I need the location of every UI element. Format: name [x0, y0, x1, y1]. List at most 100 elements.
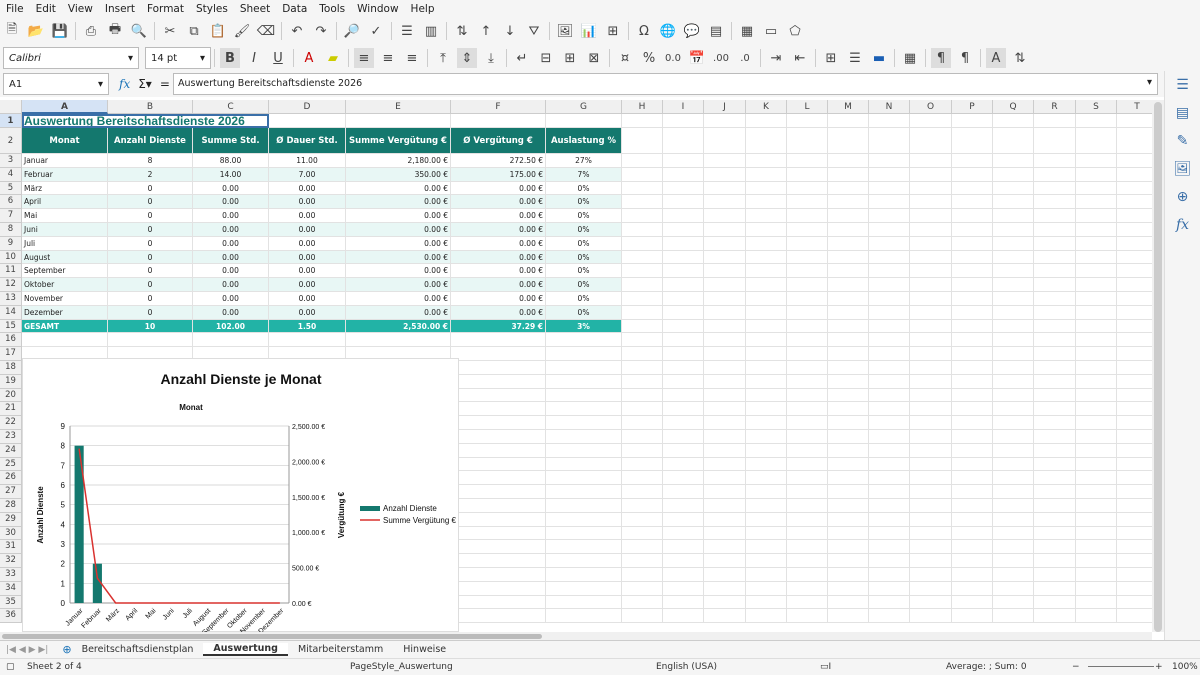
cell[interactable] [828, 499, 869, 513]
cell[interactable] [869, 305, 910, 320]
cell[interactable] [1034, 361, 1076, 375]
function-wizard-icon[interactable]: fx [119, 77, 130, 91]
cell[interactable] [1117, 416, 1152, 430]
table-cell[interactable]: 0.00 [193, 278, 269, 292]
cell[interactable] [451, 361, 546, 375]
table-cell[interactable]: 0.00 [193, 305, 269, 320]
cell[interactable] [1076, 167, 1117, 182]
cell[interactable] [787, 128, 828, 154]
row-icon[interactable]: ☰ [397, 21, 417, 41]
row-header-27[interactable]: 27 [0, 485, 22, 499]
cell[interactable] [1117, 568, 1152, 582]
cell[interactable] [622, 264, 663, 279]
cell[interactable] [746, 374, 787, 389]
row-header-32[interactable]: 32 [0, 554, 22, 568]
column-header-i[interactable]: I [663, 100, 704, 114]
month-cell[interactable]: Juni [22, 223, 108, 237]
row-header-35[interactable]: 35 [0, 595, 22, 610]
cell[interactable] [952, 416, 993, 430]
table-cell[interactable]: 0.00 € [346, 181, 451, 196]
cell[interactable] [746, 347, 787, 361]
cell[interactable] [787, 374, 828, 389]
cell[interactable] [910, 416, 952, 430]
cell[interactable] [952, 402, 993, 417]
cell[interactable] [746, 114, 787, 128]
cell[interactable] [704, 471, 746, 486]
cell[interactable] [869, 181, 910, 196]
table-cell[interactable]: 350.00 € [346, 167, 451, 182]
cell[interactable] [1076, 319, 1117, 334]
table-header-cell[interactable]: Ø Vergütung € [451, 128, 546, 154]
table-header-cell[interactable]: Auslastung % [546, 128, 622, 154]
cell[interactable] [704, 361, 746, 375]
cell[interactable] [1117, 596, 1152, 610]
cell[interactable] [663, 361, 704, 375]
cell[interactable] [952, 250, 993, 265]
total-cell[interactable]: 3% [546, 319, 622, 334]
cell[interactable] [869, 581, 910, 596]
cell[interactable] [910, 128, 952, 154]
row-header-15[interactable]: 15 [0, 319, 22, 334]
cell[interactable] [993, 595, 1034, 610]
cell[interactable] [704, 402, 746, 417]
cell[interactable] [787, 264, 828, 279]
cell[interactable] [869, 361, 910, 375]
align-middle-icon[interactable]: ⇕ [457, 48, 477, 68]
row-header-34[interactable]: 34 [0, 581, 22, 596]
cell[interactable] [952, 526, 993, 541]
cell[interactable] [108, 333, 193, 348]
table-cell[interactable]: 0.00 [269, 250, 346, 265]
cell[interactable] [869, 374, 910, 389]
cell[interactable] [704, 554, 746, 568]
align-bottom-icon[interactable]: ⤓ [481, 48, 501, 68]
cell[interactable] [828, 554, 869, 568]
menu-item-file[interactable]: File [0, 3, 30, 15]
cell[interactable] [993, 374, 1034, 389]
cell[interactable] [993, 223, 1034, 237]
column-header-g[interactable]: G [546, 100, 622, 114]
cell[interactable] [451, 416, 546, 430]
cell[interactable] [622, 209, 663, 223]
column-header-s[interactable]: S [1076, 100, 1117, 114]
cell[interactable] [746, 416, 787, 430]
cell[interactable] [869, 264, 910, 279]
cell[interactable] [993, 128, 1034, 154]
cell[interactable] [910, 223, 952, 237]
cell[interactable] [1076, 236, 1117, 251]
scrollbar-thumb[interactable] [1154, 102, 1162, 632]
cell[interactable] [869, 457, 910, 472]
cell[interactable] [1034, 347, 1076, 361]
menu-item-window[interactable]: Window [351, 3, 404, 15]
column-header-m[interactable]: M [828, 100, 869, 114]
cell[interactable] [1076, 512, 1117, 527]
cell[interactable] [910, 388, 952, 403]
month-cell[interactable]: Januar [22, 154, 108, 168]
cell[interactable] [952, 264, 993, 279]
cell[interactable] [622, 471, 663, 486]
table-cell[interactable]: 175.00 € [451, 167, 546, 182]
cell[interactable] [663, 609, 704, 624]
align-right-icon[interactable]: ≡ [402, 48, 422, 68]
cell[interactable] [910, 264, 952, 279]
cell[interactable] [910, 595, 952, 610]
formula-input[interactable]: Auswertung Bereitschaftsdienste 2026 [173, 73, 1158, 95]
cell[interactable] [1117, 168, 1152, 182]
cell[interactable] [451, 526, 546, 541]
cell[interactable] [663, 540, 704, 555]
tab-hinweise[interactable]: Hinweise [393, 644, 456, 655]
cell[interactable] [746, 154, 787, 168]
cell[interactable] [746, 485, 787, 499]
table-cell[interactable]: 0% [546, 223, 622, 237]
cell[interactable] [746, 443, 787, 458]
column-header-j[interactable]: J [704, 100, 746, 114]
cell[interactable] [1034, 333, 1076, 348]
cell[interactable] [1076, 430, 1117, 444]
cell[interactable] [663, 250, 704, 265]
cell[interactable] [952, 430, 993, 444]
cell[interactable] [1117, 375, 1152, 389]
cell[interactable] [663, 499, 704, 513]
cell[interactable] [622, 581, 663, 596]
tab-mitarbeiterstamm[interactable]: Mitarbeiterstamm [288, 644, 393, 655]
month-cell[interactable]: Dezember [22, 305, 108, 320]
cell[interactable] [746, 430, 787, 444]
